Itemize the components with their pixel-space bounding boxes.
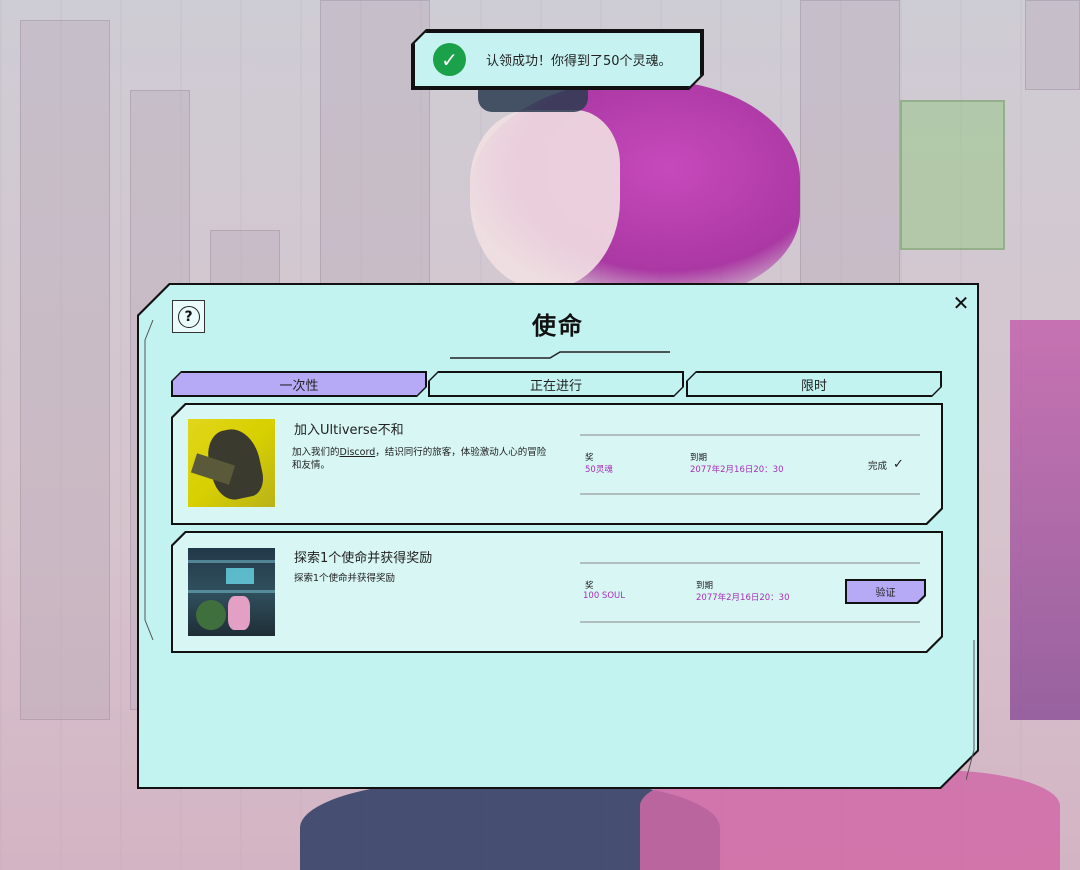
mission-title: 加入Ultiverse不和 [294,423,404,438]
thumb-detail [196,600,226,630]
mission-description: 加入我们的Discord，结识同行的旅客，体验激动人心的冒险和友情。 [292,446,552,472]
mission-card [173,533,941,651]
bg-building [1025,0,1080,90]
thumb-detail [226,568,254,584]
decor-side-line-right [966,640,975,780]
reward-label: 奖 [585,581,594,591]
tab-limited-time[interactable]: 限时 [687,372,941,396]
mission-title: 探索1个使命并获得奖励 [294,551,433,566]
bg-character-face [470,110,620,290]
desc-text: 加入我们的 [292,447,340,458]
tab-label: 一次性 [279,378,319,394]
bg-building [800,0,900,290]
toast-message: 认领成功！你得到了50个灵魂。 [486,54,672,69]
mission-card [173,405,941,523]
divider-line [580,621,920,623]
checkmark-icon: ✓ [893,457,904,472]
expiry-value: 2077年2月16日20：30 [696,593,790,603]
close-icon[interactable]: ✕ [948,290,974,316]
tab-label: 正在进行 [529,378,582,394]
status-complete: 完成 ✓ [868,457,904,472]
mission-description: 探索1个使命并获得奖励 [294,573,396,584]
thumb-detail [188,560,275,563]
reward-value: 50灵魂 [585,465,613,475]
reward-value: 100 SOUL [583,591,625,601]
decor-side-line-left [144,320,154,640]
mission-thumbnail [188,419,275,507]
status-text: 完成 [868,460,888,472]
success-toast: ✓ 认领成功！你得到了50个灵魂。 [413,31,702,88]
expiry-value: 2077年2月16日20：30 [690,465,784,475]
mission-thumbnail [188,548,275,636]
thumb-detail [228,596,250,630]
tab-ongoing[interactable]: 正在进行 [429,372,683,396]
bg-character-side [1010,320,1080,720]
help-button[interactable]: ? [172,300,205,333]
question-icon: ? [177,305,200,328]
discord-link[interactable]: Discord [340,447,376,458]
bg-sign [900,100,1005,250]
tab-label: 限时 [800,378,827,394]
reward-label: 奖 [585,453,594,463]
divider-line [580,493,920,495]
tab-one-time[interactable]: 一次性 [172,372,426,396]
expiry-label: 到期 [690,453,708,463]
thumb-detail [188,590,275,593]
verify-button[interactable]: 验证 [847,581,924,602]
divider-line [580,434,920,436]
divider-line [580,562,920,564]
title-underline [450,351,670,359]
expiry-label: 到期 [696,581,714,591]
bg-building [20,20,110,720]
check-circle-icon: ✓ [433,43,466,76]
modal-title: 使命 [532,312,584,340]
